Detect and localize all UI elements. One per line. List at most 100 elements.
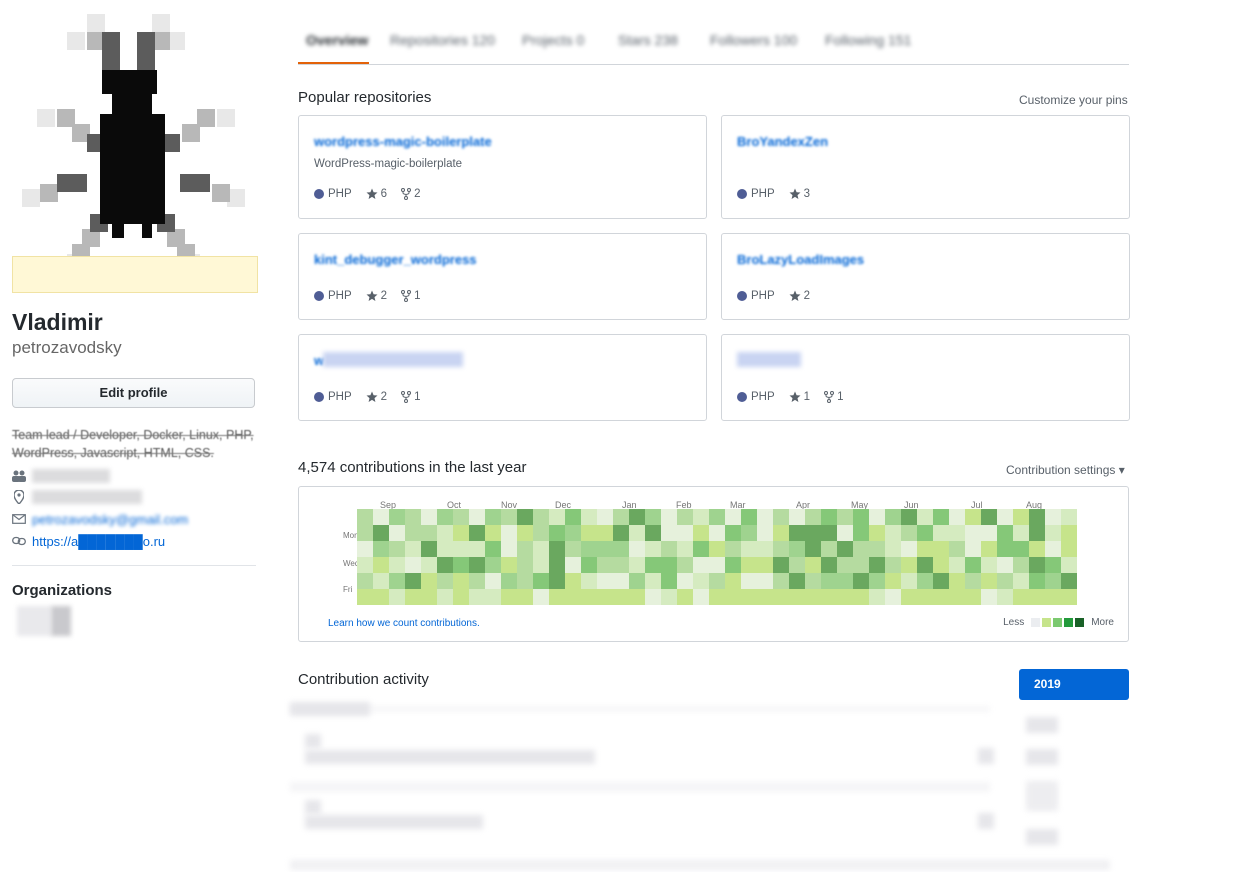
contribution-day-cell[interactable] bbox=[437, 541, 453, 557]
contribution-day-cell[interactable] bbox=[565, 525, 581, 541]
contribution-day-cell[interactable] bbox=[693, 525, 709, 541]
customize-pins-link[interactable]: Customize your pins bbox=[1019, 93, 1128, 107]
contribution-day-cell[interactable] bbox=[965, 541, 981, 557]
contribution-day-cell[interactable] bbox=[885, 589, 901, 605]
contribution-day-cell[interactable] bbox=[885, 509, 901, 525]
contribution-day-cell[interactable] bbox=[741, 541, 757, 557]
contribution-day-cell[interactable] bbox=[1013, 589, 1029, 605]
contribution-day-cell[interactable] bbox=[981, 557, 997, 573]
contribution-day-cell[interactable] bbox=[373, 557, 389, 573]
contribution-day-cell[interactable] bbox=[821, 525, 837, 541]
contribution-day-cell[interactable] bbox=[805, 573, 821, 589]
contribution-day-cell[interactable] bbox=[757, 589, 773, 605]
tab-projects[interactable]: Projects 0 bbox=[522, 32, 584, 48]
contribution-day-cell[interactable] bbox=[821, 557, 837, 573]
contribution-day-cell[interactable] bbox=[933, 509, 949, 525]
contribution-day-cell[interactable] bbox=[917, 541, 933, 557]
contribution-day-cell[interactable] bbox=[821, 589, 837, 605]
contribution-day-cell[interactable] bbox=[1029, 525, 1045, 541]
contribution-day-cell[interactable] bbox=[965, 525, 981, 541]
contribution-day-cell[interactable] bbox=[549, 509, 565, 525]
contribution-day-cell[interactable] bbox=[789, 525, 805, 541]
contribution-day-cell[interactable] bbox=[373, 589, 389, 605]
contribution-day-cell[interactable] bbox=[357, 557, 373, 573]
contribution-day-cell[interactable] bbox=[981, 509, 997, 525]
contribution-day-cell[interactable] bbox=[805, 557, 821, 573]
contribution-day-cell[interactable] bbox=[405, 509, 421, 525]
contribution-day-cell[interactable] bbox=[565, 589, 581, 605]
contribution-day-cell[interactable] bbox=[677, 525, 693, 541]
contribution-day-cell[interactable] bbox=[965, 589, 981, 605]
contribution-day-cell[interactable] bbox=[453, 525, 469, 541]
contribution-day-cell[interactable] bbox=[453, 509, 469, 525]
tab-followers[interactable]: Followers 100 bbox=[710, 32, 797, 48]
contribution-day-cell[interactable] bbox=[917, 509, 933, 525]
contribution-day-cell[interactable] bbox=[1029, 589, 1045, 605]
contribution-day-cell[interactable] bbox=[677, 541, 693, 557]
contribution-day-cell[interactable] bbox=[757, 509, 773, 525]
contribution-day-cell[interactable] bbox=[389, 573, 405, 589]
repo-name[interactable]: BroLazyLoadImages bbox=[737, 252, 864, 267]
contribution-day-cell[interactable] bbox=[693, 557, 709, 573]
contribution-day-cell[interactable] bbox=[501, 573, 517, 589]
contribution-day-cell[interactable] bbox=[389, 525, 405, 541]
contribution-day-cell[interactable] bbox=[373, 573, 389, 589]
contribution-day-cell[interactable] bbox=[837, 573, 853, 589]
contribution-day-cell[interactable] bbox=[469, 509, 485, 525]
contribution-day-cell[interactable] bbox=[885, 541, 901, 557]
contribution-day-cell[interactable] bbox=[757, 557, 773, 573]
year-list-redacted[interactable] bbox=[1026, 781, 1058, 811]
contribution-day-cell[interactable] bbox=[853, 589, 869, 605]
contribution-day-cell[interactable] bbox=[533, 541, 549, 557]
contribution-day-cell[interactable] bbox=[613, 557, 629, 573]
contribution-day-cell[interactable] bbox=[1013, 557, 1029, 573]
year-list-redacted[interactable] bbox=[1026, 717, 1058, 733]
contribution-day-cell[interactable] bbox=[741, 573, 757, 589]
contribution-day-cell[interactable] bbox=[789, 557, 805, 573]
contribution-day-cell[interactable] bbox=[357, 541, 373, 557]
vcard-email[interactable]: petrozavodsky@gmail.com bbox=[12, 510, 188, 528]
contribution-day-cell[interactable] bbox=[869, 525, 885, 541]
contribution-day-cell[interactable] bbox=[661, 525, 677, 541]
contribution-day-cell[interactable] bbox=[933, 589, 949, 605]
contribution-day-cell[interactable] bbox=[629, 589, 645, 605]
website-link[interactable]: https://a███████o.ru bbox=[32, 534, 165, 549]
contribution-day-cell[interactable] bbox=[581, 541, 597, 557]
contribution-day-cell[interactable] bbox=[485, 509, 501, 525]
contribution-day-cell[interactable] bbox=[677, 509, 693, 525]
contribution-day-cell[interactable] bbox=[469, 589, 485, 605]
contribution-day-cell[interactable] bbox=[405, 589, 421, 605]
contribution-day-cell[interactable] bbox=[581, 509, 597, 525]
contribution-day-cell[interactable] bbox=[757, 525, 773, 541]
contribution-day-cell[interactable] bbox=[837, 541, 853, 557]
contribution-day-cell[interactable] bbox=[661, 573, 677, 589]
contribution-day-cell[interactable] bbox=[741, 557, 757, 573]
pinned-repo-card[interactable]: BroYandexZen PHP 3 bbox=[721, 115, 1130, 219]
contribution-day-cell[interactable] bbox=[581, 589, 597, 605]
contribution-day-cell[interactable] bbox=[357, 509, 373, 525]
contribution-day-cell[interactable] bbox=[421, 557, 437, 573]
contribution-day-cell[interactable] bbox=[1061, 525, 1077, 541]
contribution-day-cell[interactable] bbox=[741, 509, 757, 525]
contribution-day-cell[interactable] bbox=[485, 525, 501, 541]
pinned-repo-card[interactable]: PHP 1 1 bbox=[721, 334, 1130, 421]
year-list-redacted[interactable] bbox=[1026, 749, 1058, 765]
contribution-day-cell[interactable] bbox=[965, 573, 981, 589]
pinned-repo-card[interactable]: wordpress-magic-boilerplate WordPress-ma… bbox=[298, 115, 707, 219]
contribution-day-cell[interactable] bbox=[997, 589, 1013, 605]
contribution-day-cell[interactable] bbox=[949, 541, 965, 557]
contribution-day-cell[interactable] bbox=[453, 589, 469, 605]
year-list-redacted[interactable] bbox=[1026, 829, 1058, 845]
contribution-day-cell[interactable] bbox=[1061, 573, 1077, 589]
contribution-day-cell[interactable] bbox=[613, 589, 629, 605]
contribution-day-cell[interactable] bbox=[629, 557, 645, 573]
contribution-day-cell[interactable] bbox=[389, 589, 405, 605]
contribution-day-cell[interactable] bbox=[901, 509, 917, 525]
contribution-day-cell[interactable] bbox=[949, 525, 965, 541]
contribution-day-cell[interactable] bbox=[629, 541, 645, 557]
contribution-day-cell[interactable] bbox=[549, 589, 565, 605]
repo-stars[interactable]: 2 bbox=[366, 391, 387, 403]
contribution-day-cell[interactable] bbox=[1061, 589, 1077, 605]
contribution-day-cell[interactable] bbox=[501, 589, 517, 605]
contribution-day-cell[interactable] bbox=[437, 573, 453, 589]
